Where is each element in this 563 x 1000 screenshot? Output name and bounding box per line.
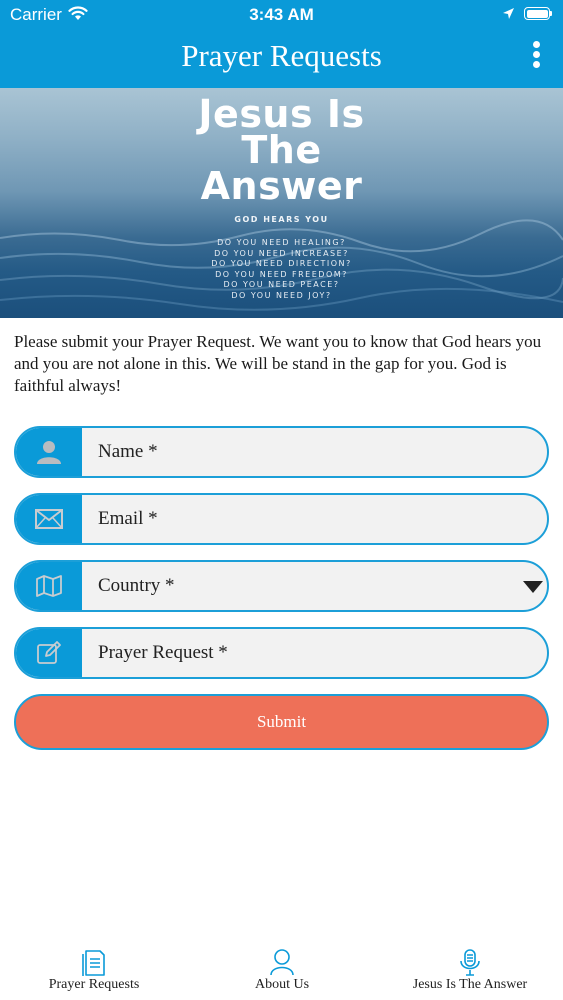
banner-image: Jesus Is The Answer GOD HEARS YOU DO YOU… <box>0 88 563 318</box>
status-bar: Carrier 3:43 AM <box>0 0 563 30</box>
tab-label: About Us <box>254 977 310 992</box>
envelope-icon <box>16 495 82 543</box>
page-title: Prayer Requests <box>181 38 382 73</box>
name-placeholder: Name * <box>98 441 158 462</box>
tab-jesus-is-the-answer[interactable]: Jesus Is The Answer <box>376 940 563 1000</box>
prayer-request-placeholder: Prayer Request * <box>98 642 228 663</box>
document-icon <box>82 950 105 976</box>
name-field[interactable]: Name * <box>14 426 549 478</box>
tab-bar: Prayer Requests About Us Jesus Is The An… <box>0 940 563 1000</box>
more-options-icon[interactable] <box>528 41 544 71</box>
location-arrow-icon <box>503 8 514 19</box>
submit-button[interactable]: Submit <box>14 694 549 750</box>
clock: 3:43 AM <box>249 5 314 24</box>
person-icon <box>16 428 82 476</box>
banner-title: Jesus Is The Answer <box>198 92 365 208</box>
banner-subtitle: GOD HEARS YOU <box>234 215 329 224</box>
tab-about-us[interactable]: About Us <box>188 940 376 1000</box>
microphone-icon <box>460 949 480 976</box>
person-icon <box>270 949 294 976</box>
intro-text: Please submit your Prayer Request. We wa… <box>14 332 542 395</box>
chevron-down-icon <box>523 581 543 593</box>
prayer-request-field[interactable]: Prayer Request * <box>14 627 549 679</box>
email-field[interactable]: Email * <box>14 493 549 545</box>
tab-label: Prayer Requests <box>48 977 140 992</box>
country-select[interactable]: Country * <box>14 560 549 612</box>
banner-question-list: DO YOU NEED HEALING? DO YOU NEED INCREAS… <box>211 238 352 300</box>
map-icon <box>16 562 82 610</box>
tab-label: Jesus Is The Answer <box>412 977 528 992</box>
top-bar: Carrier 3:43 AM Prayer Requests <box>0 0 563 88</box>
country-placeholder: Country * <box>98 575 175 596</box>
battery-icon <box>524 7 552 20</box>
edit-icon <box>16 629 82 677</box>
email-placeholder: Email * <box>98 508 158 529</box>
tab-prayer-requests[interactable]: Prayer Requests <box>0 940 188 1000</box>
